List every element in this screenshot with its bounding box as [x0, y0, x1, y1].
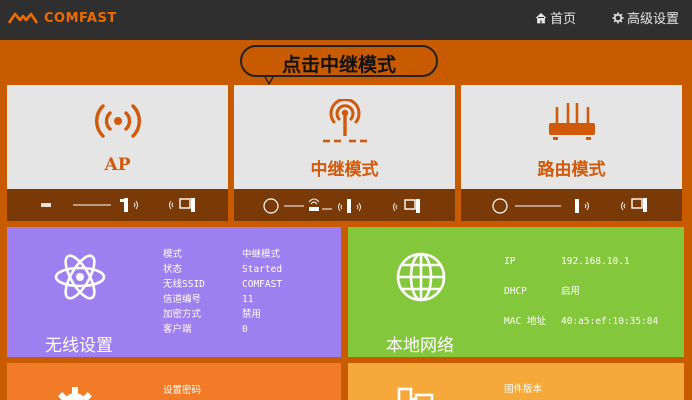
mode-card-ap-top: AP [7, 85, 228, 189]
system-item[interactable]: 设置密码 [163, 382, 201, 396]
mode-card-router-top: 路由模式 [461, 85, 682, 189]
mode-label-router: 路由模式 [537, 160, 606, 180]
lan-value: 启用 [561, 286, 581, 297]
atom-icon [54, 254, 106, 300]
wireless-value: 禁用 [242, 309, 262, 320]
lan-value: 192.168.10.1 [561, 256, 630, 267]
mode-card-router[interactable]: 路由模式 [461, 85, 682, 221]
topology-diagram-icon [492, 198, 647, 214]
gear-icon [612, 12, 624, 23]
wireless-key: 客户端 [163, 324, 192, 335]
topology-diagram-icon [41, 198, 195, 212]
firmware-item: 固件版本 [504, 384, 543, 395]
wireless-title: 无线设置 [45, 336, 113, 356]
wireless-value: COMFAST [242, 279, 283, 290]
repeater-antenna-icon [322, 99, 367, 143]
lan-title: 本地网络 [386, 336, 454, 356]
local-network-tile[interactable]: 本地网络 IP DHCP MAC 地址 192.168.10.1 启用 40:a… [348, 227, 684, 357]
wifi-signal-icon [94, 104, 141, 138]
wireless-value: 11 [242, 294, 254, 305]
lan-key: IP [504, 256, 516, 267]
nav-advanced-link[interactable]: 高级设置 [612, 8, 679, 27]
wireless-value: 0 [242, 324, 248, 335]
mode-topology-router [461, 189, 682, 221]
wireless-settings-tile[interactable]: 无线设置 模式 状态 无线SSID 信道编号 加密方式 客户端 中继模式 Sta… [7, 227, 341, 357]
wireless-key: 信道编号 [163, 294, 202, 305]
callout-text: 点击中继模式 [281, 54, 396, 76]
topology-diagram-icon [263, 198, 420, 214]
device-icon [397, 387, 434, 400]
brand-name: COMFAST [44, 10, 117, 26]
system-settings-tile[interactable]: 设置密码 [7, 363, 341, 400]
mode-card-repeater-top: 中继模式 [234, 85, 455, 189]
lan-field-values: 192.168.10.1 启用 40:a5:ef:10:35:84 [561, 254, 658, 344]
wireless-key: 加密方式 [163, 309, 202, 320]
top-header: COMFAST 首页 高级设置 [0, 0, 692, 40]
router-icon [548, 103, 595, 140]
wireless-field-keys: 模式 状态 无线SSID 信道编号 加密方式 客户端 [163, 247, 205, 337]
lan-field-keys: IP DHCP MAC 地址 [504, 254, 546, 344]
lan-key: DHCP [504, 286, 527, 297]
globe-icon [396, 252, 446, 302]
nav-home-label: 首页 [550, 12, 577, 27]
mode-topology-repeater [234, 189, 455, 221]
home-icon [535, 12, 547, 23]
gear-icon [58, 387, 92, 400]
firmware-tile[interactable]: 固件版本 [348, 363, 684, 400]
mode-topology-ap [7, 189, 228, 221]
nav-advanced-label: 高级设置 [627, 12, 680, 27]
wireless-value: Started [242, 264, 283, 275]
wireless-key: 状态 [163, 264, 183, 275]
mode-label-repeater: 中继模式 [310, 160, 379, 180]
lan-value: 40:a5:ef:10:35:84 [561, 316, 659, 327]
mode-card-ap[interactable]: AP [7, 85, 228, 221]
wireless-key: 无线SSID [163, 279, 205, 290]
comfast-logo[interactable]: COMFAST [8, 9, 117, 27]
nav-home-link[interactable]: 首页 [535, 8, 576, 27]
instruction-callout: 点击中继模式 [240, 45, 438, 77]
mode-card-repeater[interactable]: 中继模式 [234, 85, 455, 221]
wireless-value: 中继模式 [242, 249, 281, 260]
comfast-logo-icon [8, 12, 38, 24]
lan-key: MAC 地址 [504, 316, 546, 327]
wireless-field-values: 中继模式 Started COMFAST 11 禁用 0 [242, 247, 282, 337]
wireless-key: 模式 [163, 249, 183, 260]
mode-label-ap: AP [104, 155, 131, 175]
